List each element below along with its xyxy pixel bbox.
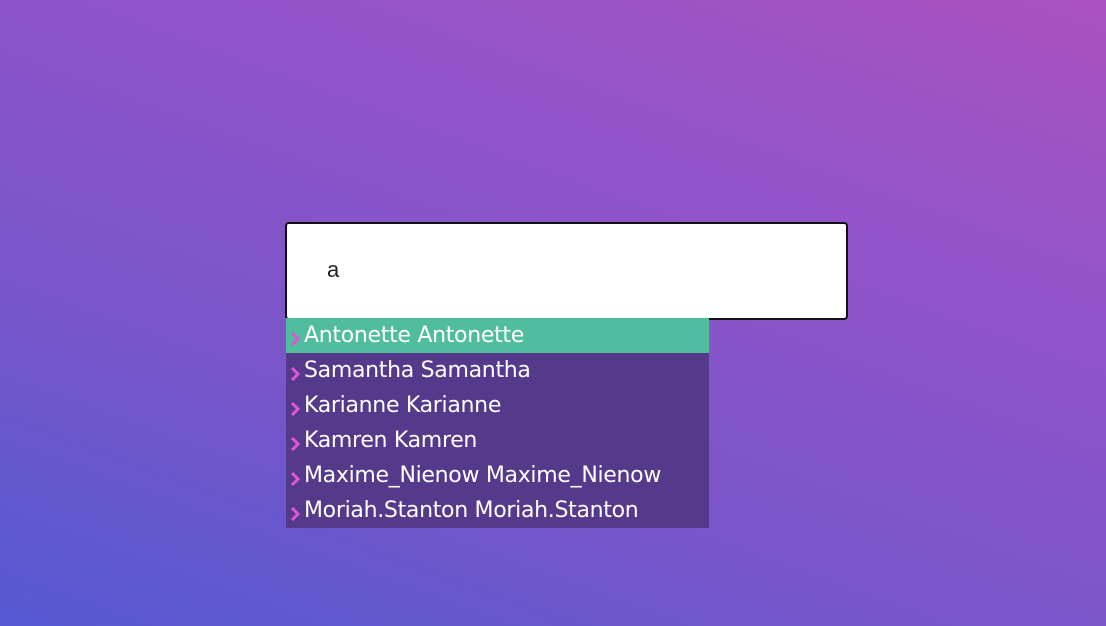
option-label: Kamren Kamren (304, 428, 478, 453)
autocomplete-option[interactable]: Karianne Karianne (286, 388, 709, 423)
autocomplete-option[interactable]: Moriah.Stanton Moriah.Stanton (286, 493, 709, 528)
chevron-right-icon (286, 493, 304, 528)
autocomplete-option[interactable]: Antonette Antonette (286, 318, 709, 353)
option-label: Maxime_Nienow Maxime_Nienow (304, 463, 662, 488)
option-label: Antonette Antonette (304, 323, 524, 348)
option-label: Karianne Karianne (304, 393, 502, 418)
autocomplete-option[interactable]: Samantha Samantha (286, 353, 709, 388)
search-box[interactable] (285, 222, 848, 320)
autocomplete-option[interactable]: Maxime_Nienow Maxime_Nienow (286, 458, 709, 493)
chevron-right-icon (286, 318, 304, 353)
option-label: Moriah.Stanton Moriah.Stanton (304, 498, 639, 523)
autocomplete-option[interactable]: Kamren Kamren (286, 423, 709, 458)
chevron-right-icon (286, 353, 304, 388)
option-label: Samantha Samantha (304, 358, 531, 383)
chevron-right-icon (286, 388, 304, 423)
autocomplete-dropdown: Antonette Antonette Samantha Samantha Ka… (286, 318, 709, 528)
chevron-right-icon (286, 423, 304, 458)
chevron-right-icon (286, 458, 304, 493)
search-input[interactable] (327, 252, 827, 288)
